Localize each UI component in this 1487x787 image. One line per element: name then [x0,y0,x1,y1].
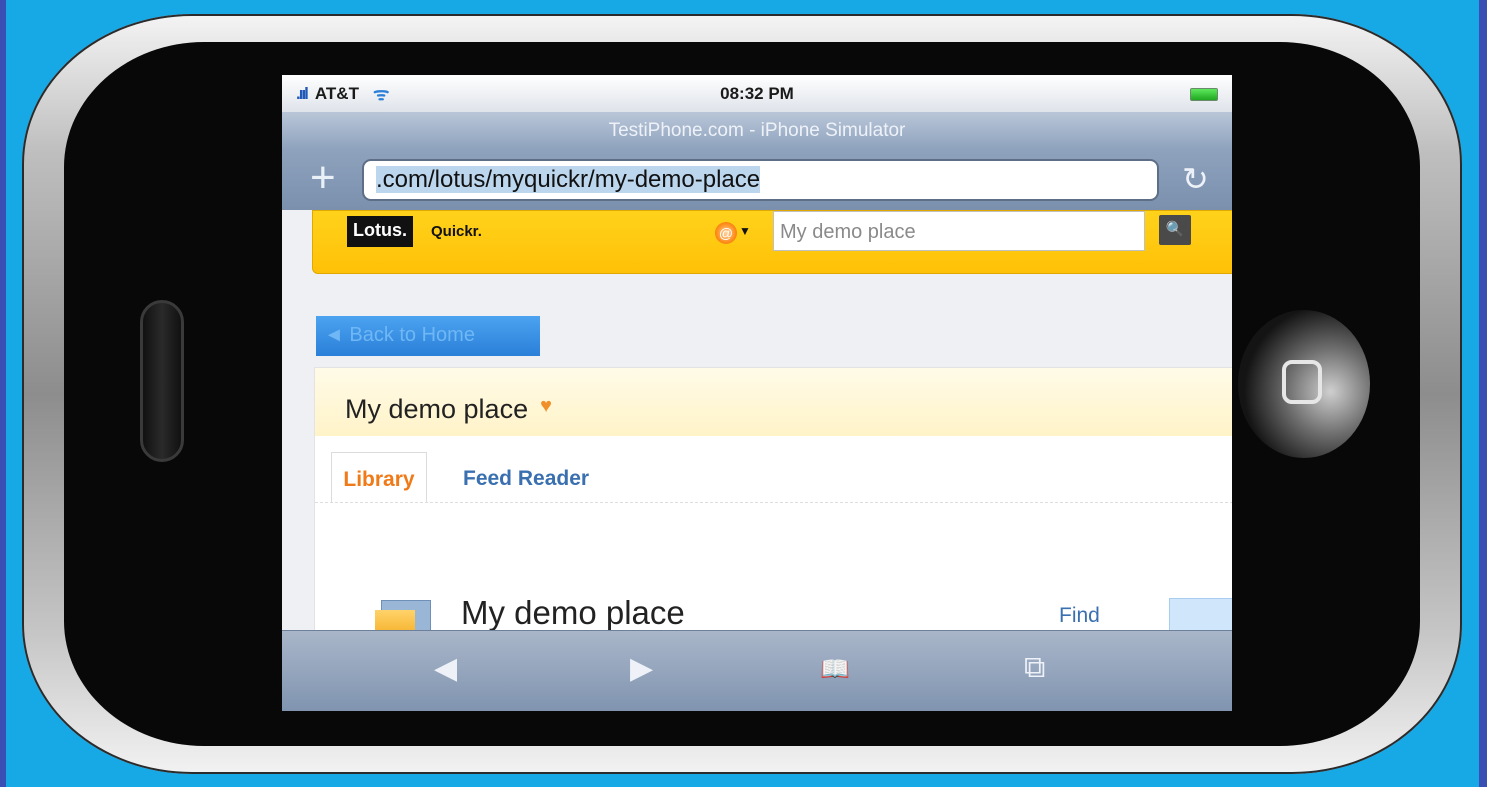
quickr-header: Lotus. Quickr. @ ▼ My demo place 🔍 [312,210,1232,274]
tab-feed-reader[interactable]: Feed Reader [463,452,589,506]
place-header: My demo place ♥ [315,368,1232,436]
status-time: 08:32 PM [720,83,794,103]
search-button[interactable]: 🔍 [1159,215,1191,245]
url-text: .com/lotus/myquickr/my-demo-place [376,166,761,193]
pages-icon[interactable]: ⧉ [1024,651,1045,685]
library-title: My demo place [461,594,685,631]
chevron-down-icon[interactable]: ▼ [739,224,751,238]
address-bar: + .com/lotus/myquickr/my-demo-place ↻ [282,150,1232,210]
browser-title: TestiPhone.com - iPhone Simulator [282,112,1232,150]
find-link[interactable]: Find [1059,604,1100,628]
web-page: Lotus. Quickr. @ ▼ My demo place 🔍 ◄ Bac… [282,210,1232,642]
tab-library[interactable]: Library [331,452,427,502]
right-edge [1479,0,1487,787]
reload-icon[interactable]: ↻ [1182,160,1209,198]
place-panel: My demo place ♥ Library Feed Reader My de… [314,367,1232,642]
place-tabs: Library Feed Reader [315,436,1232,503]
phone-screen: .ııl AT&T ᯤ 08:32 PM TestiPhone.com - iP… [282,75,1232,711]
battery-icon [1190,88,1218,101]
place-title: My demo place [345,394,529,424]
home-square-icon [1282,360,1322,404]
url-field[interactable]: .com/lotus/myquickr/my-demo-place [362,159,1159,201]
home-button[interactable] [1238,310,1370,458]
browser-toolbar: ◀ ▶ 📖 ⧉ [282,630,1232,711]
add-bookmark-icon[interactable]: + [310,156,336,200]
bookmarks-icon[interactable]: 📖 [820,655,850,684]
search-scope-icon[interactable]: @ [715,222,737,244]
status-bar: .ııl AT&T ᯤ 08:32 PM [282,75,1232,112]
forward-arrow-icon[interactable]: ▶ [630,651,653,686]
heart-icon[interactable]: ♥ [540,395,552,417]
back-arrow-icon[interactable]: ◀ [434,651,457,686]
search-input[interactable]: My demo place [773,211,1145,251]
speaker-grille [140,300,184,462]
left-edge [0,0,6,787]
back-to-home-button[interactable]: ◄ Back to Home [316,316,540,356]
quickr-logo: Quickr. [431,223,482,240]
lotus-logo: Lotus. [347,216,413,247]
